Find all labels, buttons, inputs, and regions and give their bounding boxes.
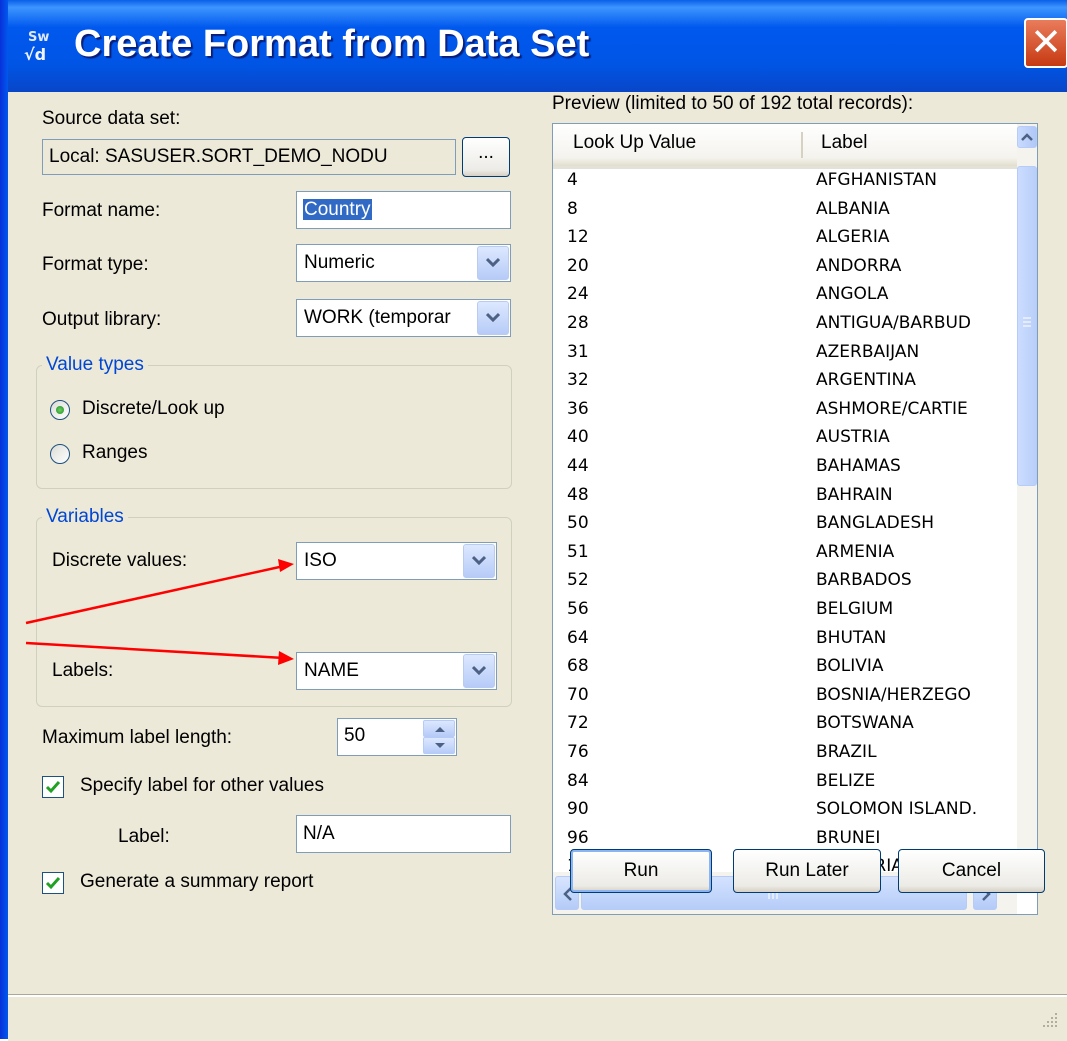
annotation-arrow-to-labels (25, 641, 285, 660)
annotation-arrows (25, 559, 294, 665)
arrowhead-icon (278, 651, 294, 665)
arrowhead-icon (278, 559, 294, 572)
annotation-arrow-to-discrete (25, 564, 285, 625)
dialog-window: Sw √d Create Format from Data Set ✕ Sour… (0, 0, 1067, 1041)
